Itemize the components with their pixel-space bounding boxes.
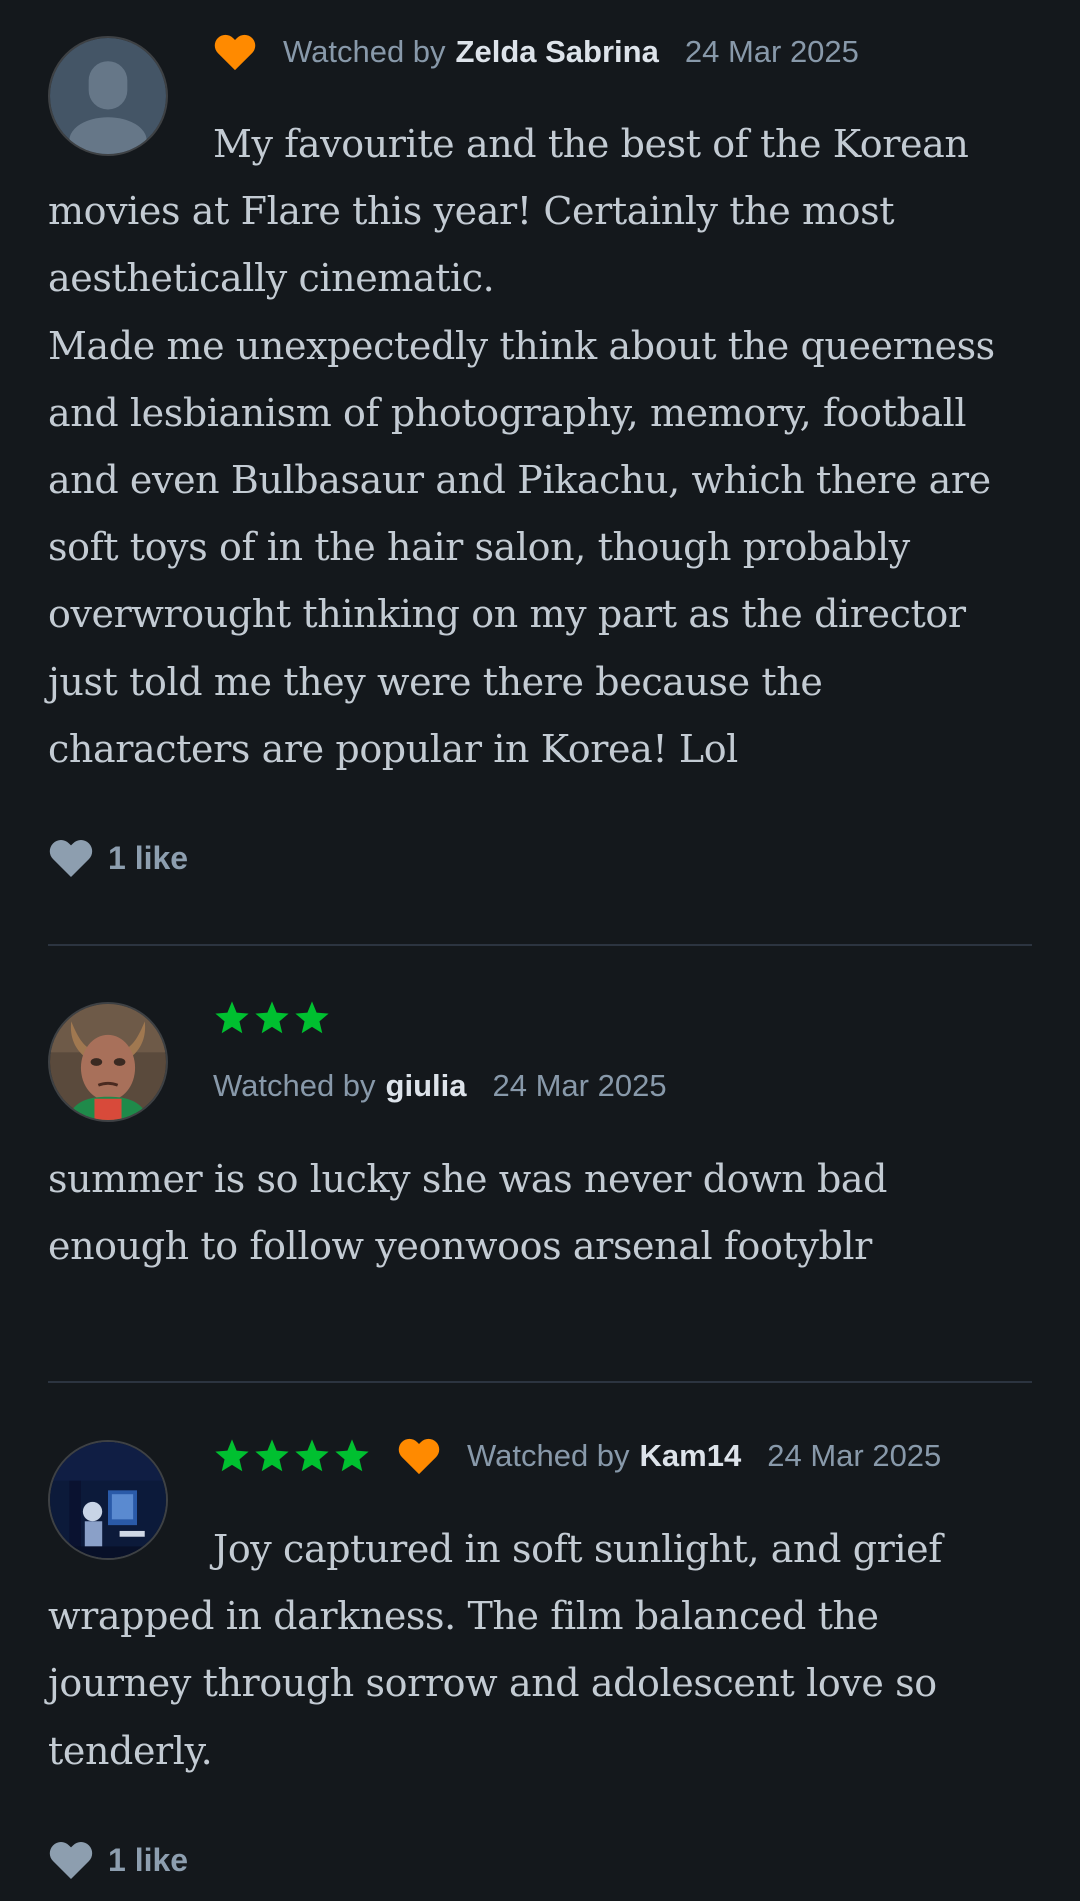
review-date[interactable]: 24 Mar 2025 [493, 1068, 667, 1104]
star-icon [215, 1439, 249, 1472]
liked-heart-icon [214, 34, 256, 71]
review-author[interactable]: Kam14 [640, 1438, 742, 1474]
review-meta: Watched by Zelda Sabrina 24 Mar 2025 [213, 30, 859, 74]
star-icon [215, 1001, 249, 1034]
review-date[interactable]: 24 Mar 2025 [685, 34, 859, 70]
star-icon [295, 1439, 329, 1472]
like-count: 1 like [108, 839, 189, 876]
costumed-face-avatar-icon [50, 1004, 166, 1120]
star-icon [335, 1439, 369, 1472]
review-item: Watched by Zelda Sabrina 24 Mar 2025 My … [48, 0, 1032, 940]
star-icon [295, 1001, 329, 1034]
review-line: My favourite and the best of the Korean [213, 122, 969, 166]
review-body: Joy captured in soft sunlight, and grief… [48, 1516, 1032, 1785]
divider [48, 944, 1032, 946]
like-count: 1 like [108, 1841, 189, 1878]
review-body: summer is so lucky she was never down ba… [48, 1146, 1032, 1280]
like-button[interactable]: 1 like [48, 836, 188, 880]
review-line: enough to follow yeonwoos arsenal footyb… [48, 1224, 872, 1269]
review-line: Made me unexpectedly think about the que… [48, 323, 995, 368]
review-author[interactable]: Zelda Sabrina [456, 34, 659, 70]
avatar[interactable] [48, 1002, 168, 1122]
review-meta: Watched by giulia 24 Mar 2025 [213, 1064, 667, 1108]
watched-by-label: Watched by [467, 1438, 630, 1473]
review-line: and even Bulbasaur and Pikachu, which th… [48, 458, 991, 503]
review-line: and lesbianism of photography, memory, f… [48, 390, 967, 435]
like-button[interactable]: 1 like [48, 1838, 188, 1882]
review-line: movies at Flare this year! Certainly the… [48, 189, 895, 234]
review-line: just told me they were there because the [48, 659, 823, 704]
review-meta: Watched by Kam14 24 Mar 2025 [213, 1434, 941, 1478]
divider [48, 1381, 1032, 1383]
review-line: Joy captured in soft sunlight, and grief [213, 1527, 942, 1571]
watched-by-label: Watched by [213, 1068, 376, 1103]
heart-icon [49, 1842, 93, 1880]
review-line: tenderly. [48, 1728, 213, 1773]
review-body: My favourite and the best of the Korean … [48, 111, 1032, 783]
liked-heart-icon [398, 1438, 440, 1475]
review-line: characters are popular in Korea! Lol [48, 726, 738, 771]
review-line: soft toys of in the hair salon, though p… [48, 525, 910, 570]
review-line: aesthetically cinematic. [48, 256, 495, 301]
review-line: summer is so lucky she was never down ba… [48, 1157, 888, 1201]
star-icon [255, 1439, 289, 1472]
star-rating [213, 1437, 373, 1475]
watched-by-label: Watched by [283, 34, 446, 69]
review-line: journey through sorrow and adolescent lo… [48, 1661, 937, 1706]
heart-icon [49, 840, 93, 878]
review-date[interactable]: 24 Mar 2025 [767, 1438, 941, 1474]
review-author[interactable]: giulia [386, 1068, 467, 1104]
reviews-list: Watched by Zelda Sabrina 24 Mar 2025 My … [0, 0, 1080, 1901]
review-line: overwrought thinking on my part as the d… [48, 592, 966, 637]
star-rating [213, 998, 333, 1038]
star-icon [255, 1001, 289, 1034]
review-line: wrapped in darkness. The film balanced t… [48, 1594, 879, 1639]
